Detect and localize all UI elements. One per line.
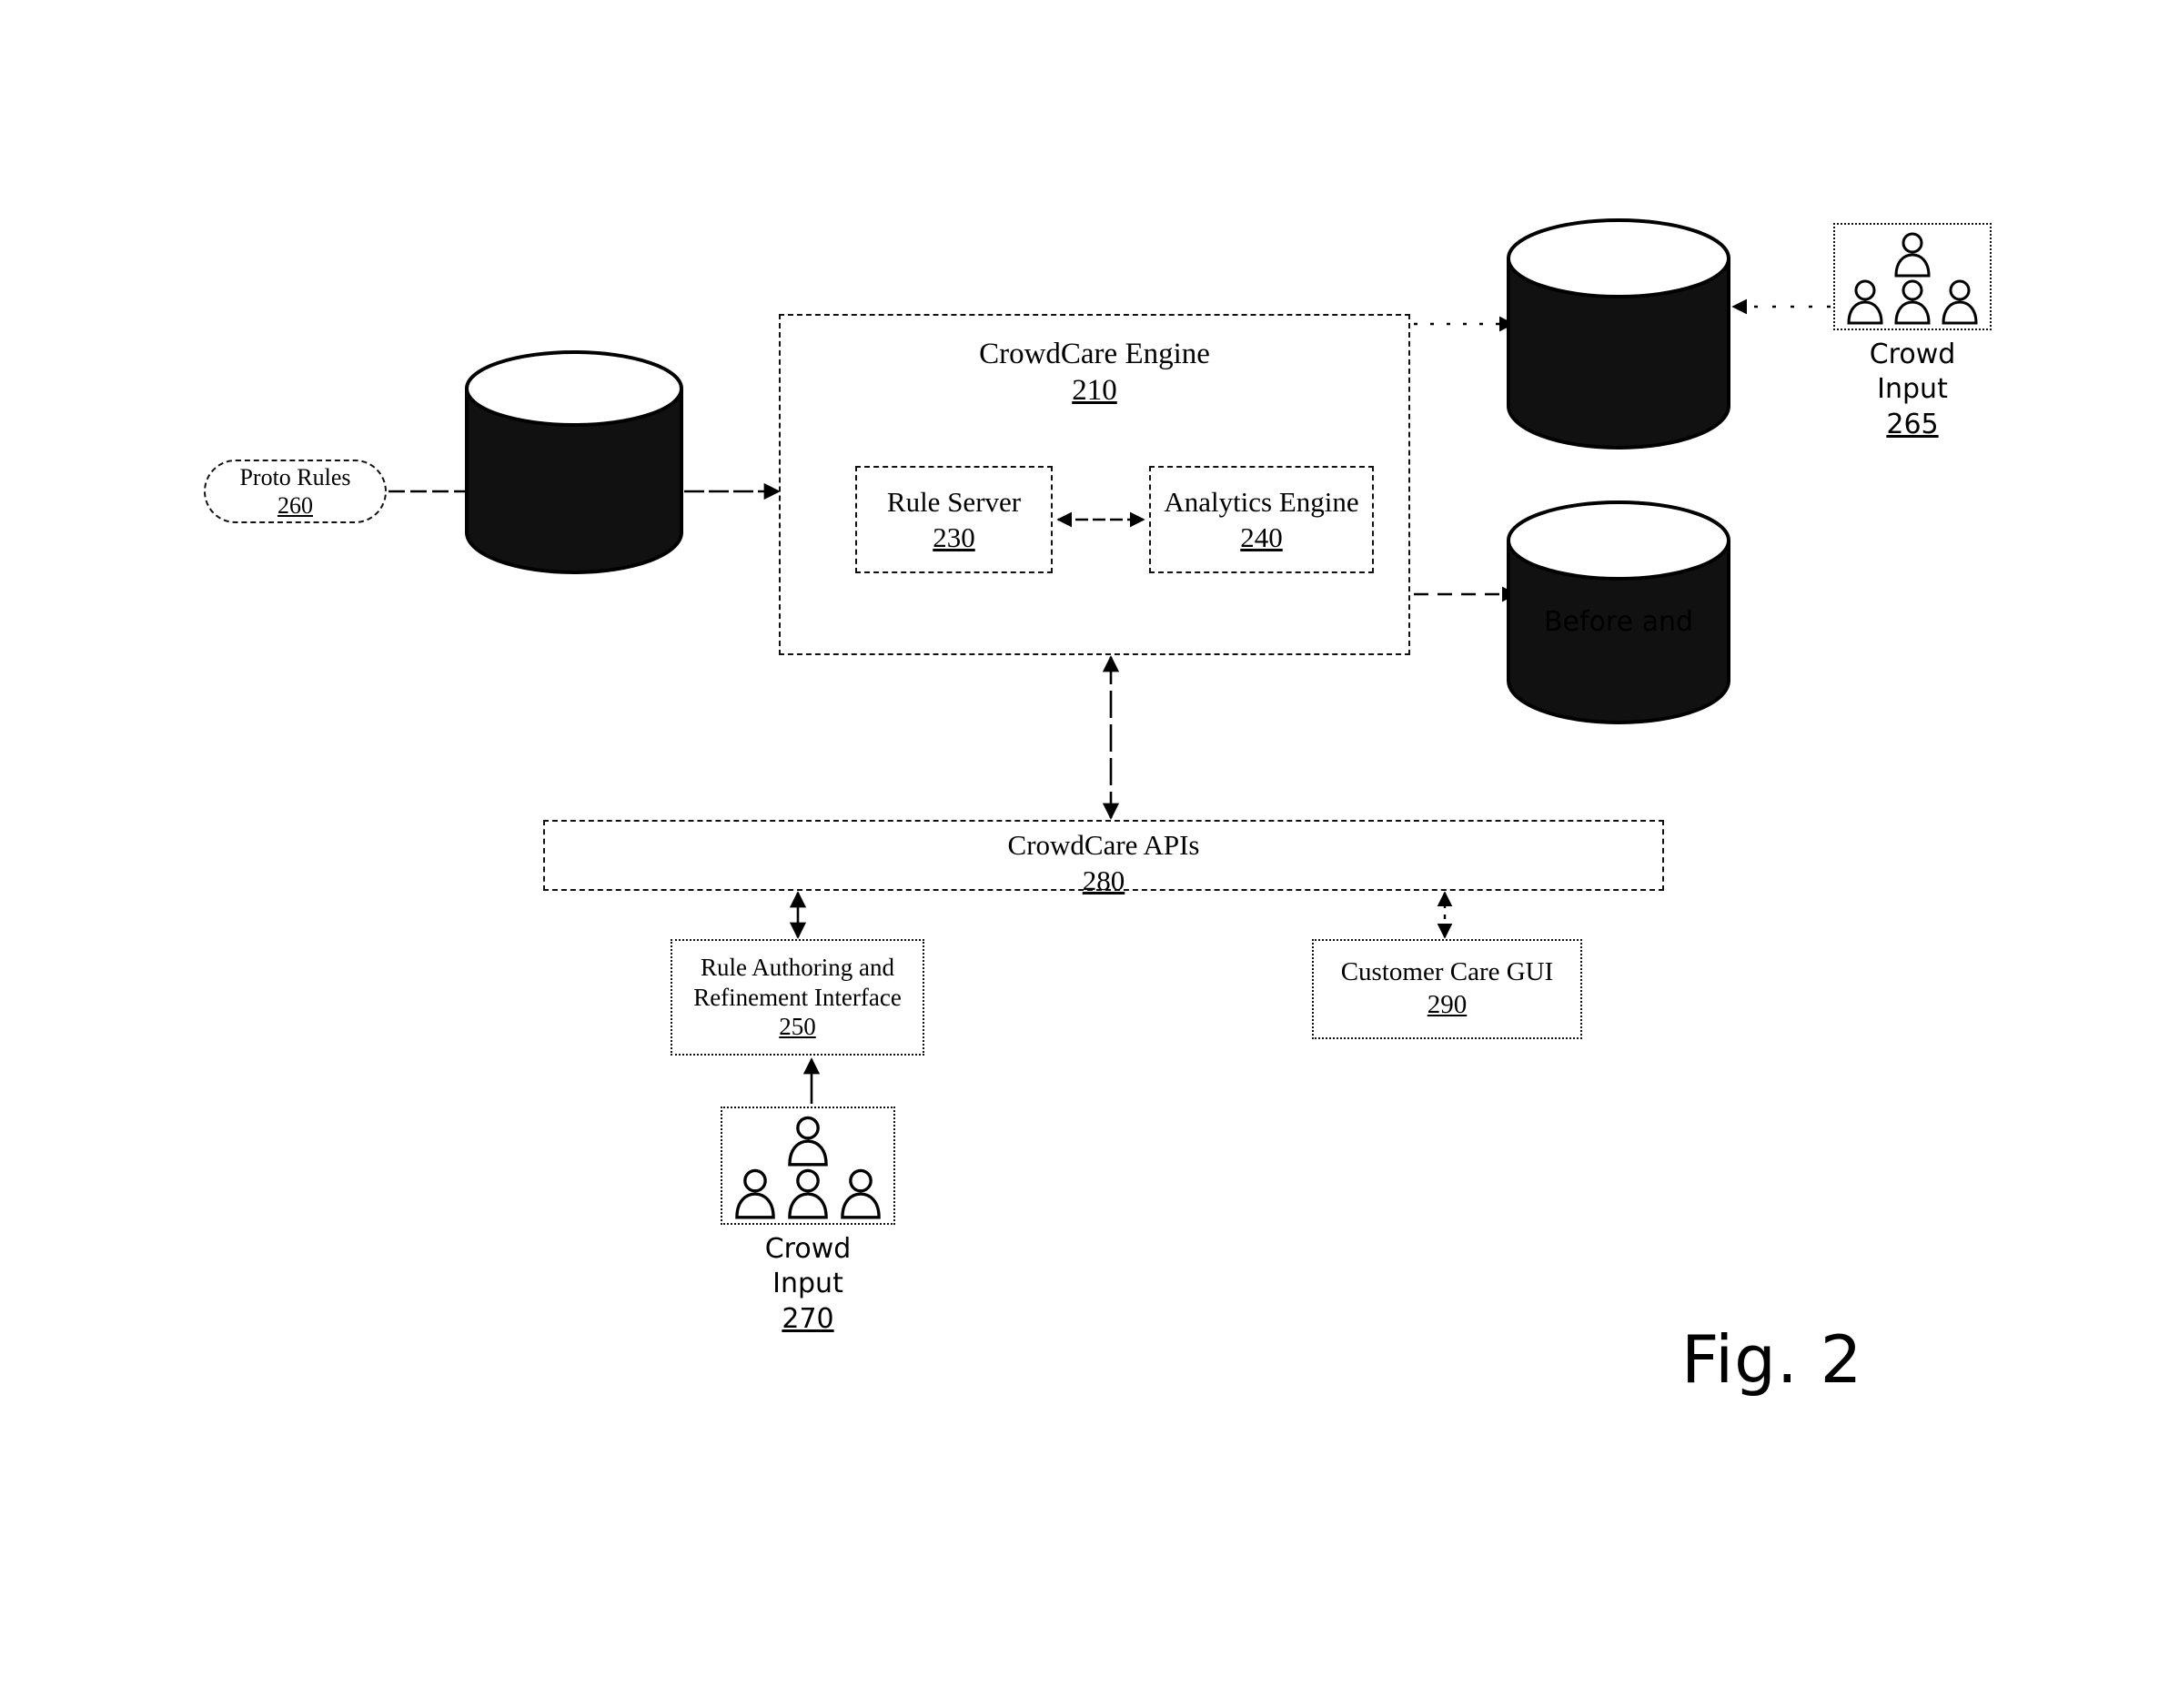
crowdcare-apis-title-group: CrowdCare APIs 280: [545, 828, 1662, 899]
crowdcare-engine-label: CrowdCare Engine: [979, 338, 1210, 370]
proto-rules-datastore-cylinder[interactable]: [463, 350, 685, 578]
person-icon: [788, 1168, 828, 1219]
crowd-input-270-label-line1: Crowd: [764, 1233, 852, 1265]
crowd-input-270-caption: Crowd Input 270: [765, 1232, 852, 1337]
crowdcare-apis-bar[interactable]: CrowdCare APIs 280: [543, 820, 1664, 896]
crowdcare-engine-ref: 210: [1072, 374, 1117, 408]
person-icon: [1894, 232, 1931, 278]
crowd-row-top: [784, 1114, 832, 1167]
customer-care-gui-ref: 290: [1427, 990, 1468, 1019]
rule-authoring-label-line2: Refinement Interface: [693, 983, 902, 1011]
rule-authoring-interface-box[interactable]: Rule Authoring and Refinement Interface …: [671, 939, 924, 1056]
cylinder-shape: [465, 350, 683, 574]
crowdcare-apis-label: CrowdCare APIs: [1007, 829, 1200, 861]
cylinder-shape: [1507, 500, 1730, 724]
rule-server-ref: 230: [933, 521, 975, 553]
person-icon: [788, 1116, 828, 1167]
before-after-datastore-cylinder[interactable]: Before and: [1505, 499, 1732, 732]
crowd-input-270-icon-box: [721, 1107, 895, 1225]
figure-canvas: Proto Rules 260 CrowdCare Engine 210 Rul…: [0, 0, 2169, 1708]
person-icon: [735, 1168, 775, 1219]
rule-server-box[interactable]: Rule Server 230: [855, 466, 1053, 573]
crowd-input-270-label-line2: Input: [772, 1268, 843, 1300]
crowd-row-bottom: [731, 1167, 884, 1219]
customer-care-gui-box[interactable]: Customer Care GUI 290: [1312, 939, 1582, 1039]
crowd-input-265-ref: 265: [1886, 408, 1939, 440]
analytics-engine-ref: 240: [1240, 521, 1283, 553]
crowd-input-270-group[interactable]: Crowd Input 270: [721, 1107, 895, 1337]
analytics-engine-box[interactable]: Analytics Engine 240: [1149, 466, 1374, 573]
crowd-row-bottom: [1844, 278, 1981, 325]
crowdcare-apis-ref: 280: [1082, 864, 1125, 896]
crowd-input-270-ref: 270: [782, 1302, 834, 1335]
crowd-input-265-label-line2: Input: [1877, 373, 1948, 406]
person-icon: [1942, 279, 1978, 325]
rule-server-label: Rule Server: [886, 485, 1022, 518]
person-icon: [1847, 279, 1883, 325]
crowd-input-265-label-line1: Crowd: [1869, 339, 1956, 370]
person-icon: [1894, 279, 1931, 325]
crowd-input-265-group[interactable]: Crowd Input 265: [1833, 223, 1992, 442]
proto-rules-label: Proto Rules: [239, 463, 351, 490]
cylinder-shape: [1507, 218, 1730, 450]
rule-authoring-label-line1: Rule Authoring and: [701, 953, 894, 981]
proto-rules-node[interactable]: Proto Rules 260: [204, 460, 387, 523]
crowd-datastore-cylinder[interactable]: [1505, 217, 1732, 455]
crowd-input-265-icon-box: [1833, 223, 1992, 330]
crowd-row-top: [1892, 230, 1933, 278]
figure-label: Fig. 2: [1681, 1321, 1863, 1398]
rule-authoring-ref: 250: [779, 1013, 816, 1041]
crowdcare-engine-title-group: CrowdCare Engine 210: [781, 336, 1408, 409]
crowd-input-265-caption: Crowd Input 265: [1870, 338, 1956, 442]
analytics-engine-label: Analytics Engine: [1164, 485, 1359, 518]
customer-care-gui-label: Customer Care GUI: [1340, 957, 1554, 987]
person-icon: [841, 1168, 881, 1219]
proto-rules-ref: 260: [277, 492, 313, 519]
